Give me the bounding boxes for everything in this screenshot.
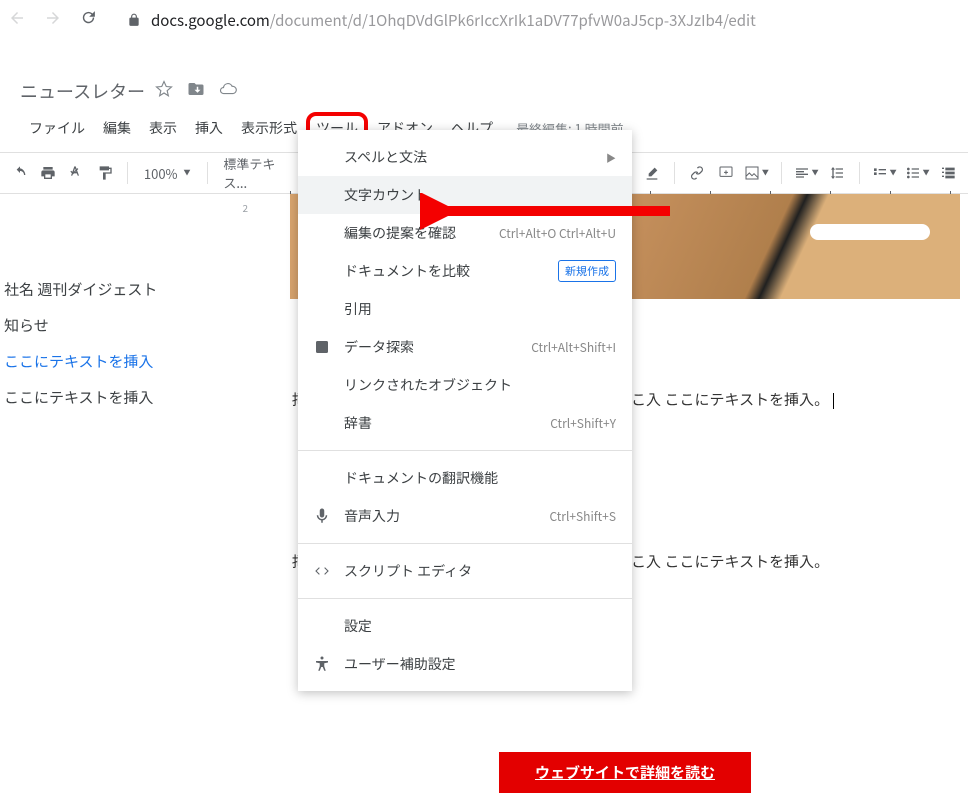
dd-compare-docs[interactable]: ドキュメントを比較 新規作成 [298, 252, 632, 290]
url-field[interactable]: docs.google.com/document/d/1OhqDVdGlPk6r… [117, 10, 960, 31]
undo-icon[interactable] [10, 160, 30, 186]
chevron-right-icon: ▶ [606, 150, 616, 165]
dd-accessibility[interactable]: ユーザー補助設定 [298, 645, 632, 683]
menu-format[interactable]: 表示形式 [232, 114, 306, 142]
cta-button[interactable]: ウェブサイトで詳細を読む [499, 752, 751, 793]
paint-format-icon[interactable] [95, 160, 115, 186]
menu-view[interactable]: 表示 [140, 114, 186, 142]
forward-icon[interactable] [44, 9, 62, 32]
reload-icon[interactable] [80, 9, 97, 31]
chevron-down-icon: ▼ [762, 168, 769, 178]
spellcheck-icon[interactable] [67, 160, 87, 186]
dd-citation[interactable]: 引用 [298, 290, 632, 328]
chevron-down-icon: ▼ [890, 168, 897, 178]
print-icon[interactable] [38, 160, 58, 186]
comment-icon[interactable] [716, 160, 736, 186]
dd-script-editor[interactable]: スクリプト エディタ [298, 552, 632, 590]
styles-select[interactable]: 標準テキス... [219, 154, 286, 192]
dd-dictionary[interactable]: 辞書 Ctrl+Shift+Y [298, 404, 632, 442]
highlight-icon[interactable] [642, 160, 662, 186]
numberlist-icon[interactable] [938, 160, 958, 186]
menu-file[interactable]: ファイル [20, 114, 94, 142]
dd-voice-typing[interactable]: 音声入力 Ctrl+Shift+S [298, 497, 632, 535]
doc-title[interactable]: ニュースレター [20, 78, 145, 104]
menu-separator [298, 598, 632, 599]
star-icon[interactable] [155, 80, 173, 103]
cloud-icon[interactable] [219, 80, 237, 103]
outline-item[interactable]: ここにテキストを挿入 [4, 344, 240, 380]
menu-separator [298, 543, 632, 544]
bulletlist-icon[interactable]: ▼ [905, 160, 930, 186]
outline-item[interactable]: 社名 週刊ダイジェスト [4, 272, 240, 308]
back-icon[interactable] [8, 9, 26, 32]
chevron-down-icon: ▼ [923, 168, 930, 178]
document-outline: 社名 週刊ダイジェスト 知らせ ここにテキストを挿入 ここにテキストを挿入 [0, 272, 240, 416]
linespace-icon[interactable] [827, 160, 847, 186]
new-badge: 新規作成 [558, 260, 616, 282]
outline-item[interactable]: ここにテキストを挿入 [4, 380, 240, 416]
link-icon[interactable] [687, 160, 707, 186]
dd-explore[interactable]: データ探索 Ctrl+Alt+Shift+I [298, 328, 632, 366]
move-icon[interactable] [187, 80, 205, 103]
dd-translate[interactable]: ドキュメントの翻訳機能 [298, 459, 632, 497]
explore-icon [312, 338, 332, 356]
browser-address-bar: docs.google.com/document/d/1OhqDVdGlPk6r… [0, 0, 968, 40]
align-icon[interactable]: ▼ [794, 160, 819, 186]
zoom-select[interactable]: 100%▼ [140, 164, 195, 183]
chevron-down-icon: ▼ [184, 168, 191, 178]
chevron-down-icon: ▼ [812, 168, 819, 178]
dd-spelling[interactable]: スペルと文法 ▶ [298, 138, 632, 176]
checklist-icon[interactable]: ▼ [872, 160, 897, 186]
text-cursor [833, 393, 834, 409]
menu-separator [298, 450, 632, 451]
microphone-icon [312, 507, 332, 525]
url-host: docs.google.com [151, 10, 270, 31]
outline-item[interactable]: 知らせ [4, 308, 240, 344]
dd-linked-objects[interactable]: リンクされたオブジェクト [298, 366, 632, 404]
menu-insert[interactable]: 挿入 [186, 114, 232, 142]
vertical-ruler: 2 [0, 194, 260, 671]
annotation-arrow [420, 193, 670, 238]
code-icon [312, 562, 332, 580]
lock-icon [127, 13, 141, 27]
accessibility-icon [312, 655, 332, 673]
image-icon[interactable]: ▼ [744, 160, 769, 186]
menu-edit[interactable]: 編集 [94, 114, 140, 142]
dd-preferences[interactable]: 設定 [298, 607, 632, 645]
url-path: /document/d/1OhqDVdGlPk6rIccXrIk1aDV77pf… [270, 10, 756, 31]
